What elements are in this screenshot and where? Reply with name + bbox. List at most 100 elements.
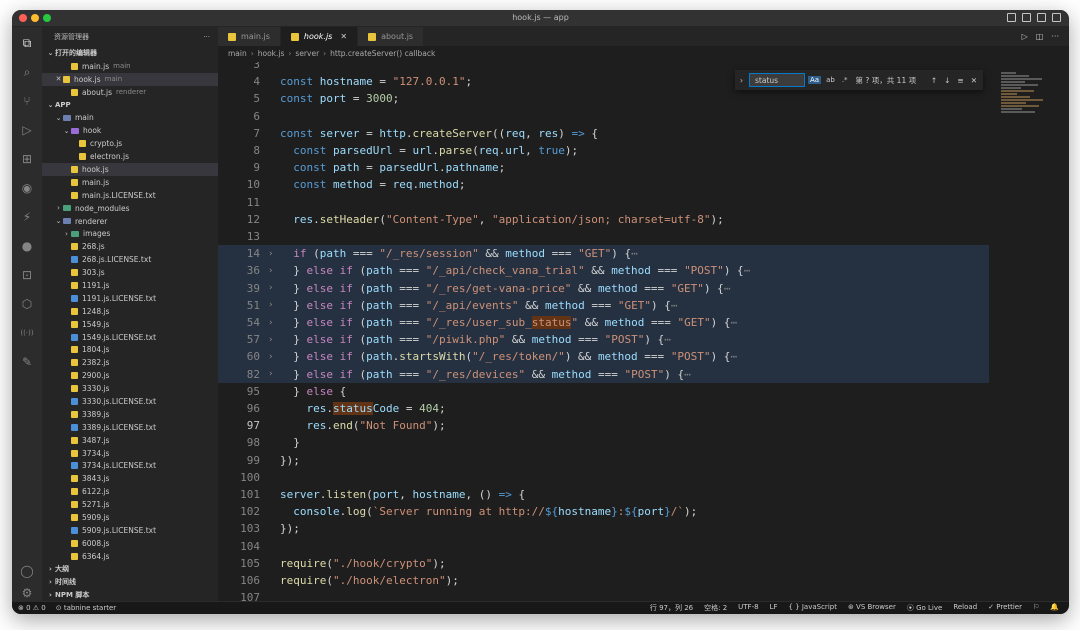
folder-item[interactable]: › node_modules <box>42 202 218 215</box>
run-debug-icon[interactable]: ▷ <box>19 122 35 138</box>
close-editor-icon[interactable]: ✕ <box>54 75 63 83</box>
extensions-icon[interactable]: ⊞ <box>19 151 35 167</box>
file-item[interactable]: 1549.js <box>42 318 218 331</box>
folder-item[interactable]: ⌄ renderer <box>42 215 218 228</box>
sidebar-section-header[interactable]: ⌄ 打开的编辑器 <box>42 47 218 60</box>
folder-item[interactable]: ⌄ main <box>42 111 218 124</box>
match-case-toggle[interactable]: Aa <box>808 76 822 84</box>
cursor-position-status[interactable]: 行 97，列 26 <box>650 603 693 613</box>
fold-chevron-icon[interactable]: › <box>268 352 280 362</box>
use-regex-toggle[interactable]: .* <box>840 76 850 84</box>
file-item[interactable]: 5271.js <box>42 498 218 511</box>
file-item[interactable]: main.js <box>42 176 218 189</box>
fold-chevron-icon[interactable]: › <box>268 249 280 259</box>
json-icon[interactable]: ● <box>19 238 35 254</box>
close-find-button[interactable]: ✕ <box>971 76 977 85</box>
file-item[interactable]: 1191.js <box>42 279 218 292</box>
file-item[interactable]: 5909.js.LICENSE.txt <box>42 524 218 537</box>
fold-chevron-icon[interactable]: › <box>268 335 280 345</box>
live-share-icon[interactable]: ((·)) <box>19 325 35 341</box>
fold-chevron-icon[interactable]: › <box>268 283 280 293</box>
find-in-selection-button[interactable]: ≡ <box>957 76 963 85</box>
tab-hook-js[interactable]: hook.js ✕ <box>280 27 359 46</box>
remote-explorer-icon[interactable]: ⊡ <box>19 267 35 283</box>
gitlens-icon[interactable]: ⬡ <box>19 296 35 312</box>
match-whole-word-toggle[interactable]: ab <box>824 76 837 84</box>
eol-status[interactable]: LF <box>770 603 778 613</box>
settings-gear-icon[interactable]: ⚙ <box>19 585 35 601</box>
breadcrumb-item[interactable]: server <box>295 49 319 58</box>
folder-item[interactable]: ⌄ hook <box>42 124 218 137</box>
reload-status[interactable]: Reload <box>953 603 977 613</box>
tabnine-status[interactable]: ⊙ tabnine starter <box>56 604 116 612</box>
toggle-secondary-sidebar-icon[interactable] <box>1037 13 1046 22</box>
fold-chevron-icon[interactable]: › <box>268 369 280 379</box>
file-item[interactable]: crypto.js <box>42 137 218 150</box>
tab-main-js[interactable]: main.js <box>218 27 281 46</box>
breadcrumb-item[interactable]: http.createServer() callback <box>330 49 435 58</box>
search-icon[interactable]: ⌕ <box>19 64 35 80</box>
file-item[interactable]: hook.js <box>42 163 218 176</box>
notifications-bell-icon[interactable]: 🔔 <box>1050 603 1059 613</box>
close-tab-icon[interactable]: ✕ <box>340 32 347 41</box>
minimap[interactable] <box>989 62 1069 601</box>
sidebar-collapsed-section[interactable]: › 时间线 <box>42 575 218 588</box>
indentation-status[interactable]: 空格: 2 <box>704 603 727 613</box>
sidebar-collapsed-section[interactable]: › NPM 脚本 <box>42 588 218 601</box>
file-item[interactable]: 3487.js <box>42 434 218 447</box>
file-item[interactable]: electron.js <box>42 150 218 163</box>
toggle-sidebar-icon[interactable] <box>1007 13 1016 22</box>
breadcrumb-item[interactable]: main <box>228 49 247 58</box>
thunder-client-icon[interactable]: ⚡ <box>19 209 35 225</box>
file-item[interactable]: 268.js <box>42 240 218 253</box>
sidebar-section-header[interactable]: ⌄ APP <box>42 99 218 112</box>
file-item[interactable]: 3734.js <box>42 447 218 460</box>
vs-browser-status[interactable]: ⊛ VS Browser <box>848 603 896 613</box>
code-editor[interactable]: 3 4 const hostname = "127.0.0.1"; 5 const po… <box>218 62 989 601</box>
file-item[interactable]: 5909.js <box>42 511 218 524</box>
split-editor-icon[interactable]: ◫ <box>1036 32 1044 41</box>
previous-match-button[interactable]: ↑ <box>931 76 937 85</box>
folder-item[interactable]: › images <box>42 227 218 240</box>
find-toggle-replace-icon[interactable]: › <box>740 76 743 85</box>
more-actions-icon[interactable]: ··· <box>1051 32 1059 41</box>
toggle-panel-icon[interactable] <box>1022 13 1031 22</box>
language-mode-status[interactable]: { } JavaScript <box>789 603 837 613</box>
problems-status[interactable]: ⊗ 0 ⚠ 0 <box>18 604 46 612</box>
file-item[interactable]: 1549.js.LICENSE.txt <box>42 331 218 344</box>
file-item[interactable]: main.js.LICENSE.txt <box>42 189 218 202</box>
file-item[interactable]: 303.js <box>42 266 218 279</box>
explorer-more-icon[interactable]: ··· <box>203 33 210 41</box>
file-item[interactable]: ✕ hook.js main <box>42 72 218 86</box>
edge-devtools-icon[interactable]: ◉ <box>19 180 35 196</box>
file-item[interactable]: 3330.js <box>42 382 218 395</box>
file-item[interactable]: 3389.js <box>42 408 218 421</box>
run-icon[interactable]: ▷ <box>1022 32 1028 41</box>
file-item[interactable]: 6364.js <box>42 550 218 563</box>
file-item[interactable]: about.js renderer <box>42 86 218 99</box>
file-item[interactable]: 1248.js <box>42 305 218 318</box>
file-item[interactable]: 6122.js <box>42 485 218 498</box>
file-item[interactable]: main.js main <box>42 60 218 73</box>
explorer-icon[interactable]: ⧉ <box>19 35 35 51</box>
next-match-button[interactable]: ↓ <box>944 76 950 85</box>
customize-layout-icon[interactable] <box>1052 13 1061 22</box>
account-icon[interactable]: ◯ <box>19 563 35 579</box>
file-item[interactable]: 2900.js <box>42 369 218 382</box>
fold-chevron-icon[interactable]: › <box>268 266 280 276</box>
file-item[interactable]: 268.js.LICENSE.txt <box>42 253 218 266</box>
fold-chevron-icon[interactable]: › <box>268 300 280 310</box>
encoding-status[interactable]: UTF-8 <box>738 603 758 613</box>
file-item[interactable]: 6008.js <box>42 537 218 550</box>
breadcrumb-item[interactable]: hook.js <box>258 49 285 58</box>
sidebar-collapsed-section[interactable]: › 大纲 <box>42 562 218 575</box>
find-input[interactable]: status <box>749 73 805 87</box>
file-item[interactable]: 3734.js.LICENSE.txt <box>42 460 218 473</box>
python-icon[interactable]: ✎ <box>19 354 35 370</box>
file-item[interactable]: 3843.js <box>42 472 218 485</box>
source-control-icon[interactable]: ⑂ <box>19 93 35 109</box>
fold-chevron-icon[interactable]: › <box>268 318 280 328</box>
go-live-status[interactable]: ⦿ Go Live <box>907 603 942 613</box>
file-item[interactable]: 1191.js.LICENSE.txt <box>42 292 218 305</box>
prettier-status[interactable]: ✓ Prettier <box>988 603 1022 613</box>
